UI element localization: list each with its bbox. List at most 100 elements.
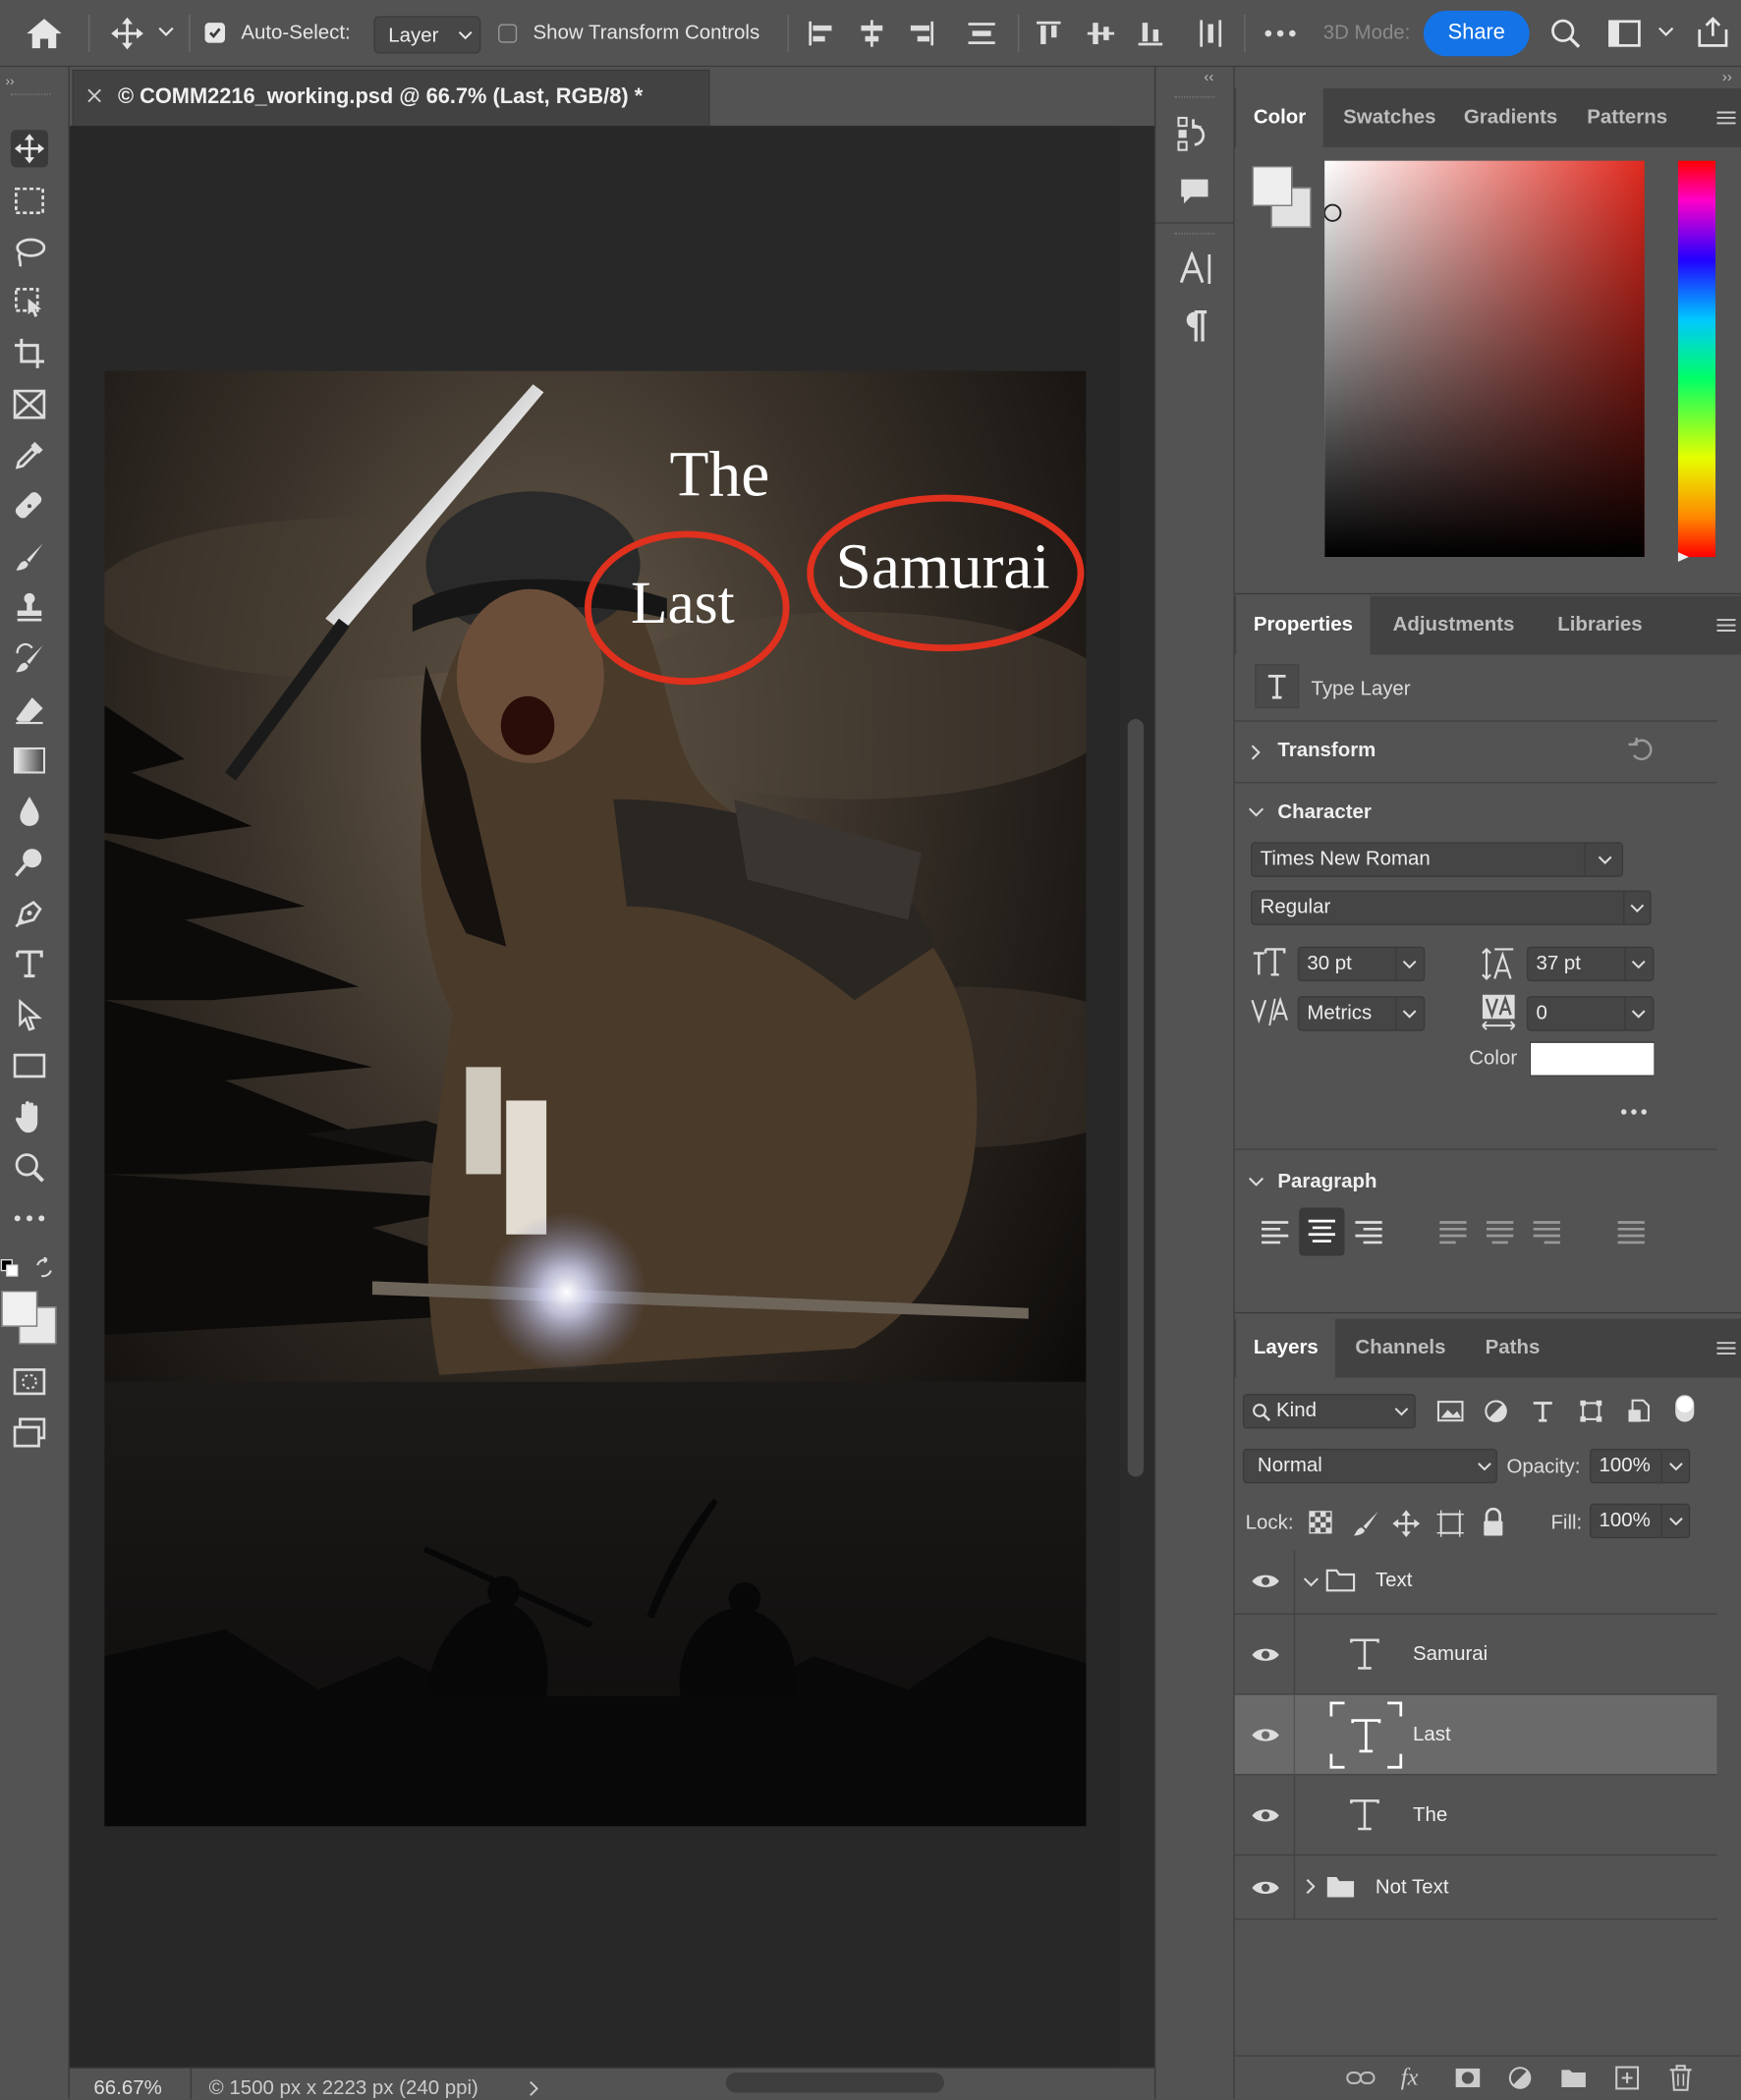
tab-layers[interactable]: Layers (1236, 1318, 1336, 1378)
lock-artboard-icon[interactable] (1435, 1509, 1465, 1538)
align-text-left-icon[interactable] (1259, 1217, 1291, 1249)
adjustment-layer-icon[interactable] (1508, 2066, 1533, 2090)
color-field[interactable] (1324, 160, 1645, 558)
more-tools-icon[interactable] (11, 1199, 48, 1237)
font-size-field[interactable]: 30 pt (1297, 946, 1426, 982)
brush-tool-icon[interactable] (11, 538, 48, 576)
align-bottom-icon[interactable] (1136, 19, 1165, 48)
layer-effects-icon[interactable]: fx (1401, 2064, 1419, 2092)
gradient-tool-icon[interactable] (11, 742, 48, 779)
eye-icon[interactable] (1251, 1726, 1280, 1744)
tab-gradients[interactable]: Gradients (1446, 88, 1575, 147)
tab-color[interactable]: Color (1236, 87, 1323, 147)
canvas-area[interactable]: The Last Samurai (69, 126, 1120, 2068)
text-color-swatch[interactable] (1529, 1041, 1656, 1077)
layer-filter-dropdown[interactable]: Kind (1242, 1393, 1416, 1429)
tab-patterns[interactable]: Patterns (1570, 88, 1685, 147)
filter-adjustment-icon[interactable] (1484, 1399, 1508, 1423)
panel-menu-icon[interactable] (1716, 1342, 1736, 1355)
more-options-icon[interactable] (1264, 29, 1297, 37)
layer-row-the[interactable]: The (1234, 1775, 1717, 1856)
opacity-field[interactable]: 100% (1589, 1448, 1691, 1484)
leading-field[interactable]: 37 pt (1526, 946, 1655, 982)
layer-row-text-group[interactable]: Text (1234, 1550, 1717, 1615)
zoom-tool-icon[interactable] (11, 1149, 48, 1187)
auto-select-dropdown[interactable]: Layer (373, 16, 481, 54)
search-icon[interactable] (1549, 18, 1582, 50)
font-style-dropdown[interactable]: Regular (1251, 890, 1652, 925)
new-group-icon[interactable] (1560, 2068, 1587, 2089)
filter-type-icon[interactable] (1531, 1399, 1555, 1423)
scroll-thumb[interactable] (1127, 718, 1145, 1477)
tab-channels[interactable]: Channels (1338, 1319, 1463, 1378)
eraser-tool-icon[interactable] (11, 691, 48, 728)
collapse-panel-icon[interactable]: ›› (1722, 70, 1732, 85)
tab-libraries[interactable]: Libraries (1541, 596, 1660, 655)
panel-menu-icon[interactable] (1716, 111, 1736, 125)
justify-all-icon[interactable] (1615, 1217, 1648, 1249)
history-panel-icon[interactable] (1177, 115, 1211, 152)
align-hcenter-icon[interactable] (857, 19, 886, 48)
tab-paths[interactable]: Paths (1468, 1319, 1557, 1378)
chevron-down-icon[interactable] (1248, 1177, 1264, 1188)
vertical-scrollbar[interactable] (1119, 126, 1154, 2068)
lock-all-icon[interactable] (1482, 1507, 1506, 1537)
document-tab[interactable]: © COMM2216_working.psd @ 66.7% (Last, RG… (72, 69, 710, 127)
dodge-tool-icon[interactable] (11, 844, 48, 881)
hue-slider[interactable] (1677, 160, 1716, 571)
marquee-tool-icon[interactable] (11, 182, 48, 219)
hand-tool-icon[interactable] (11, 1098, 48, 1135)
paragraph-section-title[interactable]: Paragraph (1277, 1170, 1376, 1192)
healing-brush-tool-icon[interactable] (11, 487, 48, 525)
object-selection-tool-icon[interactable] (11, 284, 48, 321)
path-selection-tool-icon[interactable] (11, 996, 48, 1033)
kerning-dropdown[interactable]: Metrics (1297, 996, 1426, 1031)
character-panel-icon[interactable] (1179, 251, 1213, 286)
distribute-icon[interactable] (967, 19, 996, 48)
eye-icon[interactable] (1251, 1572, 1280, 1590)
move-tool-icon[interactable] (110, 16, 144, 50)
show-transform-checkbox[interactable] (498, 24, 518, 43)
distribute-vertical-icon[interactable] (1196, 19, 1225, 48)
fill-field[interactable]: 100% (1589, 1503, 1691, 1539)
chevron-down-icon[interactable] (158, 27, 174, 37)
foreground-color-swatch[interactable] (1, 1291, 38, 1327)
stamp-tool-icon[interactable] (11, 589, 48, 627)
move-tool-icon[interactable] (10, 130, 49, 168)
swap-colors-icon[interactable] (33, 1256, 55, 1279)
history-brush-tool-icon[interactable] (11, 640, 48, 678)
horizontal-scroll-thumb[interactable] (725, 2072, 944, 2093)
justify-last-right-icon[interactable] (1531, 1217, 1563, 1249)
screen-mode-icon[interactable] (11, 1413, 48, 1451)
zoom-level[interactable]: 66.67% (93, 2076, 161, 2099)
add-mask-icon[interactable] (1454, 2068, 1481, 2089)
tracking-field[interactable]: 0 (1526, 996, 1655, 1031)
blur-tool-icon[interactable] (11, 793, 48, 830)
comments-panel-icon[interactable] (1179, 177, 1211, 206)
filter-pixel-icon[interactable] (1436, 1399, 1464, 1423)
chevron-down-icon[interactable] (1657, 27, 1674, 37)
align-left-icon[interactable] (807, 19, 836, 48)
align-vcenter-icon[interactable] (1086, 19, 1115, 48)
home-icon[interactable] (25, 16, 65, 50)
tab-swatches[interactable]: Swatches (1325, 88, 1453, 147)
eye-icon[interactable] (1251, 1878, 1280, 1897)
align-top-icon[interactable] (1034, 19, 1063, 48)
eyedropper-tool-icon[interactable] (11, 436, 48, 473)
align-text-right-icon[interactable] (1353, 1217, 1385, 1249)
default-colors-icon[interactable] (0, 1258, 19, 1277)
quick-mask-icon[interactable] (11, 1363, 48, 1401)
expand-panel-icon[interactable]: ›› (5, 75, 14, 89)
reset-icon[interactable] (1626, 737, 1656, 761)
chevron-right-icon[interactable] (1306, 1878, 1317, 1895)
transform-section-title[interactable]: Transform (1277, 739, 1376, 761)
chevron-down-icon[interactable] (1248, 807, 1264, 818)
layer-row-samurai[interactable]: Samurai (1234, 1614, 1717, 1695)
chevron-right-icon[interactable] (1251, 745, 1262, 760)
more-options-icon[interactable] (1620, 1109, 1647, 1116)
layer-row-not-text-group[interactable]: Not Text (1234, 1855, 1717, 1920)
eye-icon[interactable] (1251, 1645, 1280, 1664)
filter-smart-object-icon[interactable] (1627, 1399, 1652, 1423)
foreground-color-swatch[interactable] (1252, 166, 1293, 206)
panel-menu-icon[interactable] (1716, 619, 1736, 633)
